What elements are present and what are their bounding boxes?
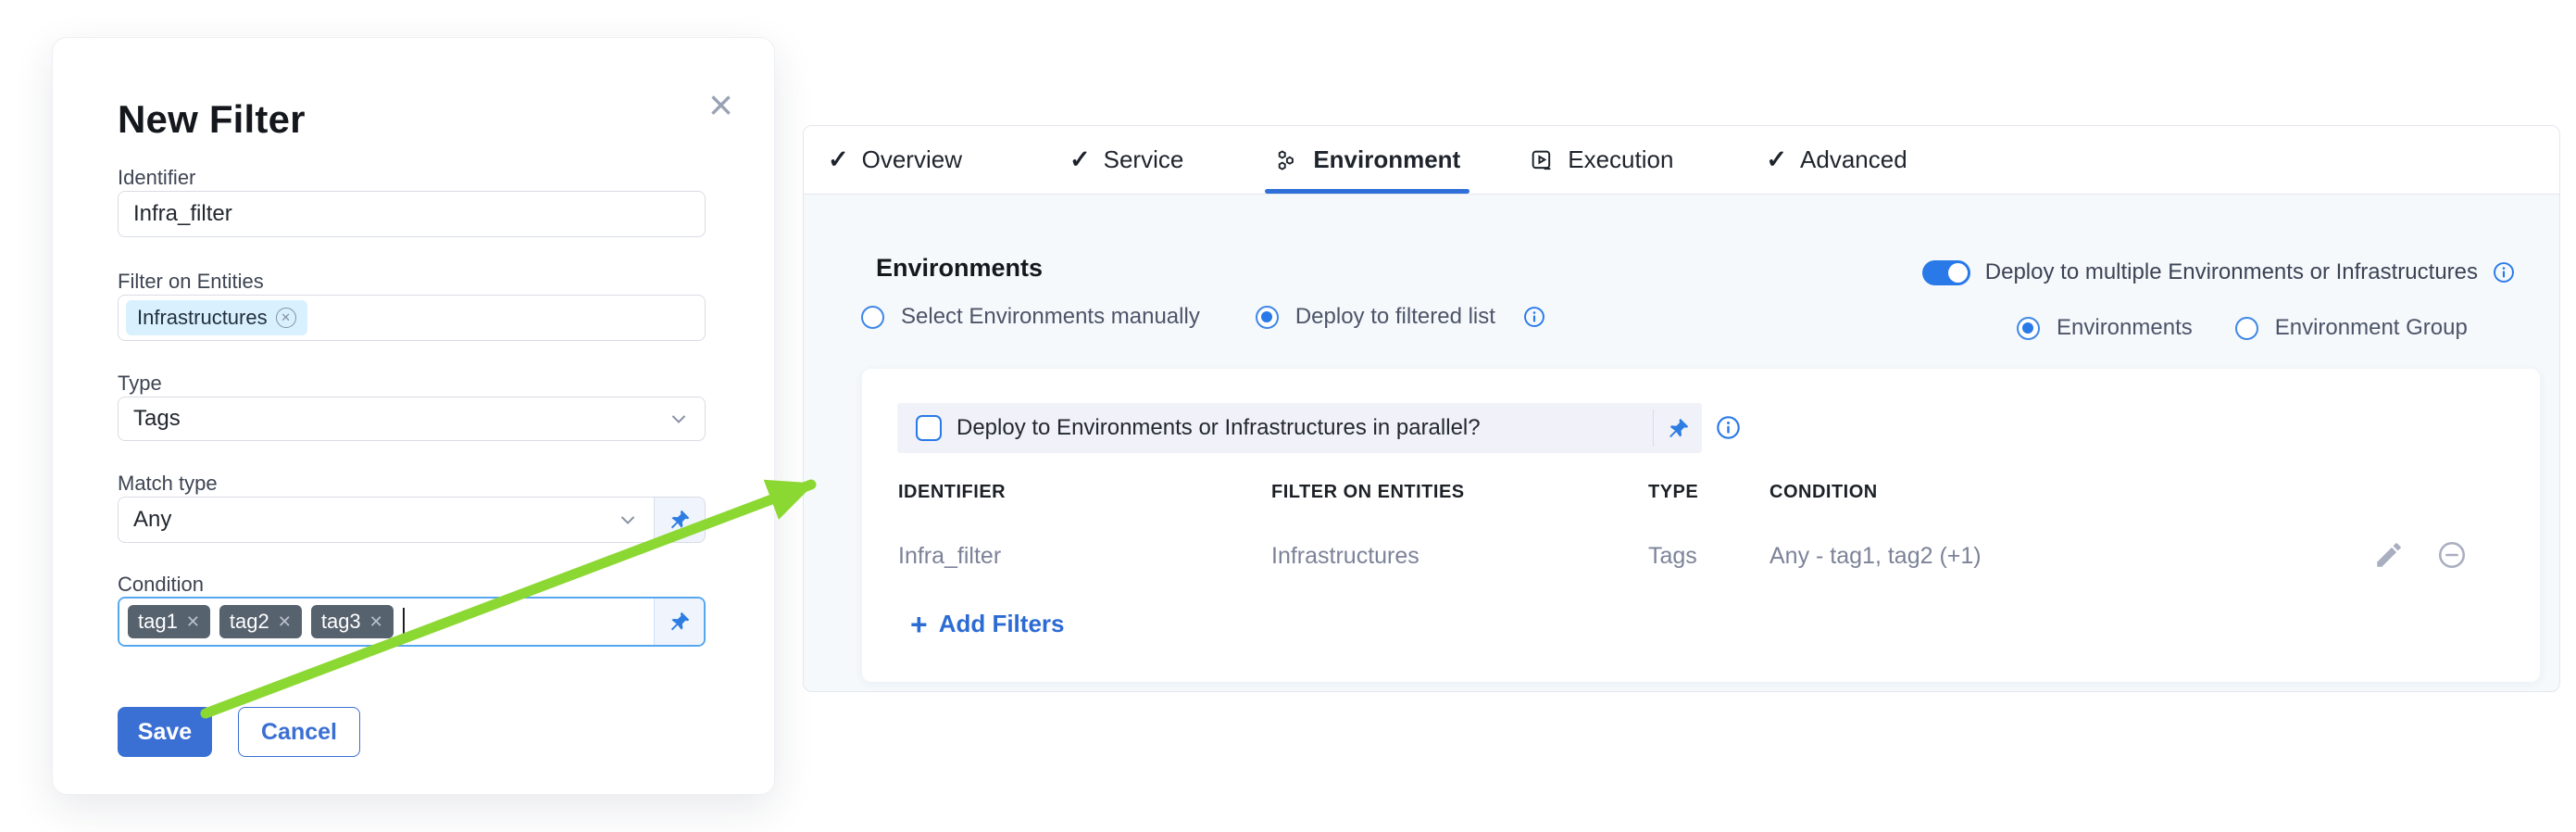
filters-card: Deploy to Environments or Infrastructure…: [862, 369, 2540, 682]
toggle-switch-on[interactable]: [1922, 260, 1970, 285]
toggle-knob: [1948, 263, 1968, 283]
add-filters-label: Add Filters: [939, 610, 1065, 638]
info-icon[interactable]: [1523, 306, 1545, 328]
parallel-deploy-bar: Deploy to Environments or Infrastructure…: [897, 403, 1702, 453]
pin-icon[interactable]: [654, 497, 706, 543]
type-value: Tags: [133, 406, 181, 432]
plus-icon: +: [910, 611, 928, 638]
row-identifier: Infra_filter: [898, 543, 1001, 570]
col-header-entities: FILTER ON ENTITIES: [1271, 482, 1465, 503]
entities-chip-label: Infrastructures: [137, 306, 268, 330]
text-caret: [403, 608, 405, 636]
match-type-select[interactable]: Any: [118, 497, 654, 543]
radio-environments[interactable]: Environments: [2017, 315, 2193, 341]
multi-env-toggle-row: Deploy to multiple Environments or Infra…: [1922, 259, 2515, 285]
radio-icon-selected[interactable]: [1256, 306, 1279, 329]
parallel-label: Deploy to Environments or Infrastructure…: [957, 415, 1481, 441]
check-icon: ✓: [1766, 145, 1787, 174]
match-type-control: Any: [118, 497, 706, 543]
tab-label: Overview: [862, 145, 962, 174]
chevron-down-icon: [668, 408, 690, 430]
modal-title: New Filter: [118, 97, 306, 142]
radio-environment-group[interactable]: Environment Group: [2235, 315, 2468, 341]
chip-remove-icon[interactable]: ✕: [276, 308, 296, 328]
remove-icon[interactable]: [2436, 539, 2468, 571]
parallel-checkbox[interactable]: [916, 415, 942, 441]
entities-chip: Infrastructures ✕: [126, 300, 307, 335]
chip-remove-icon[interactable]: ✕: [186, 612, 200, 632]
environments-heading: Environments: [876, 254, 1043, 283]
tab-label: Execution: [1568, 145, 1673, 174]
radio-deploy-filtered-list[interactable]: Deploy to filtered list: [1256, 304, 1545, 330]
type-label: Type: [118, 372, 162, 396]
chevron-down-icon: [617, 509, 639, 531]
row-entities: Infrastructures: [1271, 543, 1419, 570]
condition-chip: tag1 ✕: [128, 605, 210, 638]
pin-icon[interactable]: [654, 599, 704, 645]
deploy-mode-radio-group: Select Environments manually Deploy to f…: [861, 304, 1545, 330]
edit-icon[interactable]: [2373, 539, 2405, 571]
type-select[interactable]: Tags: [118, 397, 706, 441]
radio-select-manually[interactable]: Select Environments manually: [861, 304, 1200, 330]
environment-tab-content: Environments Select Environments manuall…: [804, 195, 2559, 692]
play-box-icon: [1529, 147, 1555, 173]
match-type-value: Any: [133, 507, 171, 533]
pin-icon[interactable]: [1654, 416, 1702, 441]
tab-label: Advanced: [1800, 145, 1907, 174]
tab-advanced[interactable]: ✓ Advanced: [1762, 126, 1910, 194]
hexagons-icon: [1274, 147, 1300, 173]
tab-environment[interactable]: Environment: [1270, 126, 1464, 194]
match-type-label: Match type: [118, 472, 218, 496]
identifier-field[interactable]: Infra_filter: [118, 191, 706, 237]
tab-overview[interactable]: ✓ Overview: [824, 126, 966, 194]
radio-label: Select Environments manually: [901, 304, 1200, 330]
condition-chip-label: tag2: [230, 610, 269, 634]
condition-chip-label: tag1: [138, 610, 178, 634]
add-filters-button[interactable]: + Add Filters: [910, 610, 1064, 638]
condition-chips: tag1 ✕ tag2 ✕ tag3 ✕: [119, 599, 654, 645]
new-filter-modal: New Filter × Identifier Infra_filter Fil…: [52, 37, 775, 795]
identifier-label: Identifier: [118, 166, 195, 190]
tab-label: Environment: [1313, 145, 1460, 174]
check-icon: ✓: [828, 145, 849, 174]
tab-service[interactable]: ✓ Service: [1066, 126, 1187, 194]
save-button[interactable]: Save: [118, 707, 212, 757]
row-type: Tags: [1648, 543, 1697, 570]
condition-chip-label: tag3: [321, 610, 361, 634]
info-icon[interactable]: [1716, 415, 1741, 440]
env-target-radio-group: Environments Environment Group: [2017, 315, 2468, 341]
check-icon: ✓: [1069, 145, 1091, 174]
screenshot-stage: New Filter × Identifier Infra_filter Fil…: [0, 0, 2576, 832]
condition-field[interactable]: tag1 ✕ tag2 ✕ tag3 ✕: [118, 597, 706, 647]
col-header-identifier: IDENTIFIER: [898, 482, 1006, 503]
radio-icon-selected[interactable]: [2017, 317, 2040, 340]
row-condition: Any - tag1, tag2 (+1): [1769, 543, 1982, 570]
close-icon[interactable]: ×: [708, 86, 733, 123]
condition-chip: tag3 ✕: [311, 605, 394, 638]
stage-tabbar: ✓ Overview ✓ Service Environment: [804, 126, 2559, 195]
tab-label: Service: [1104, 145, 1184, 174]
chip-remove-icon[interactable]: ✕: [369, 612, 383, 632]
tab-execution[interactable]: Execution: [1525, 126, 1677, 194]
col-header-condition: CONDITION: [1769, 482, 1878, 503]
radio-icon[interactable]: [2235, 317, 2258, 340]
identifier-value: Infra_filter: [133, 201, 232, 227]
condition-chip: tag2 ✕: [219, 605, 302, 638]
condition-label: Condition: [118, 573, 204, 597]
col-header-type: TYPE: [1648, 482, 1698, 503]
pipeline-stage-panel: ✓ Overview ✓ Service Environment: [803, 125, 2560, 692]
cancel-button[interactable]: Cancel: [238, 707, 360, 757]
info-icon[interactable]: [2493, 261, 2515, 284]
radio-label: Deploy to filtered list: [1295, 304, 1495, 330]
chip-remove-icon[interactable]: ✕: [278, 612, 292, 632]
radio-label: Environment Group: [2275, 315, 2468, 341]
filter-on-entities-label: Filter on Entities: [118, 270, 264, 294]
filter-on-entities-field[interactable]: Infrastructures ✕: [118, 295, 706, 341]
radio-label: Environments: [2057, 315, 2193, 341]
toggle-label: Deploy to multiple Environments or Infra…: [1985, 259, 2478, 285]
radio-icon[interactable]: [861, 306, 884, 329]
